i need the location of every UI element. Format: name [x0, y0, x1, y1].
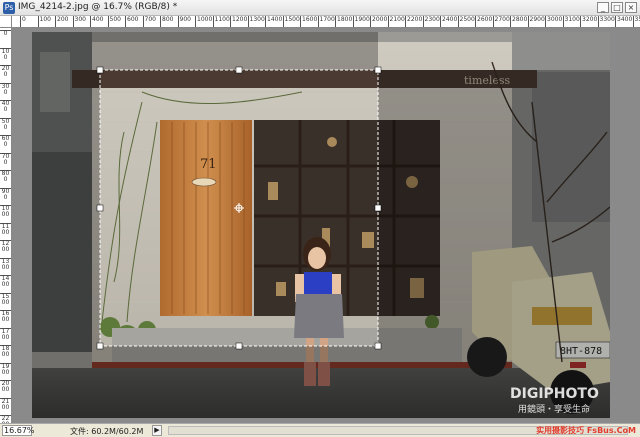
ruler-h-label: 3300: [597, 16, 615, 27]
ruler-v-label: 500: [0, 117, 11, 131]
ruler-h-label: 1400: [265, 16, 282, 27]
crop-handle-bottom: [235, 342, 243, 350]
ruler-h-label: 700: [142, 16, 156, 27]
ruler-h-label: 2400: [440, 16, 457, 27]
ruler-h-label: 1000: [195, 16, 212, 27]
ruler-h-label: 300: [72, 16, 86, 27]
digiphoto-watermark: DIGIPHOTO: [510, 386, 599, 402]
ruler-h-label: 3000: [545, 16, 562, 27]
ruler-v-label: 700: [0, 152, 11, 166]
close-button[interactable]: ×: [625, 2, 637, 13]
door-plaque: [191, 177, 217, 187]
ruler-v-label: 2200: [0, 415, 11, 423]
ruler-v-label: 1300: [0, 257, 11, 271]
crop-handle-left: [96, 204, 104, 212]
ruler-h-label: 100: [37, 16, 51, 27]
crop-handle-top-left: [96, 66, 104, 74]
ruler-v-label: 1800: [0, 345, 11, 358]
ruler-h-label: 1900: [352, 16, 370, 27]
canvas-area[interactable]: timeless 71 8HT-878 DIGIPHOTO 用鏡頭・享受生命: [12, 28, 640, 423]
maximize-button[interactable]: □: [611, 2, 623, 13]
ruler-v-label: 400: [0, 100, 11, 113]
ruler-h-label: 900: [177, 16, 191, 27]
ruler-h-label: 3200: [580, 16, 597, 27]
ruler-v-label: 1000: [0, 205, 11, 218]
ruler-h-label: 1600: [300, 16, 317, 27]
ruler-v-label: 1100: [0, 222, 11, 236]
digiphoto-slogan: 用鏡頭・享受生命: [518, 403, 590, 415]
vertical-ruler[interactable]: 0 100 200 300 400 500 600 700 800 900 1000 1100 1200…: [0, 28, 12, 423]
ruler-h-label: 200: [55, 16, 68, 27]
ruler-v-label: 600: [0, 135, 11, 148]
crop-shield-bottom: [100, 346, 378, 418]
crop-shield-top: [100, 32, 378, 70]
ruler-h-label: 2100: [387, 16, 405, 27]
ruler-h-label: 2200: [405, 16, 422, 27]
ruler-h-label: 2300: [422, 16, 440, 27]
ruler-v-label: 1200: [0, 240, 11, 253]
ruler-h-label: 1500: [282, 16, 300, 27]
ruler-h-label: 2000: [370, 16, 387, 27]
ruler-h-label: 600: [125, 16, 138, 27]
ruler-h-label: 1700: [317, 16, 335, 27]
crop-handle-top: [235, 66, 243, 74]
ruler-h-label: 2700: [492, 16, 510, 27]
photo-canvas[interactable]: timeless 71 8HT-878 DIGIPHOTO 用鏡頭・享受生命: [32, 32, 610, 418]
ruler-h-label: 800: [160, 16, 173, 27]
site-watermark: 实用摄影技巧 FsBus.CoM: [536, 426, 636, 435]
crop-handle-bottom-left: [96, 342, 104, 350]
ruler-h-label: 2600: [475, 16, 492, 27]
door-number: 71: [200, 157, 217, 172]
ruler-origin[interactable]: [0, 16, 12, 28]
crop-handle-bottom-right: [374, 342, 382, 350]
photoshop-document-window: Ps IMG_4214-2.jpg @ 16.7% (RGB/8) * _ □ …: [0, 0, 640, 437]
ruler-h-label: 2900: [527, 16, 545, 27]
ruler-v-label: 1600: [0, 310, 11, 323]
ruler-h-label: 2500: [457, 16, 475, 27]
photoshop-document-icon: Ps: [3, 2, 15, 14]
ruler-v-label: 900: [0, 187, 11, 201]
ruler-v-label: 1400: [0, 275, 11, 288]
document-size-info[interactable]: 文件: 60.2M/60.2M: [70, 426, 143, 437]
horizontal-ruler[interactable]: 0 100 200 300 400 500 600 700 800 900 1000 1100 1200…: [12, 16, 640, 28]
ruler-v-label: 2000: [0, 380, 11, 393]
ruler-v-label: 1500: [0, 292, 11, 306]
ruler-v-label: 300: [0, 82, 11, 96]
ruler-h-label: 0: [20, 16, 26, 27]
crop-shield-left: [32, 32, 100, 418]
ruler-v-label: 800: [0, 170, 11, 183]
ruler-h-label: 3100: [562, 16, 580, 27]
ruler-v-label: 1700: [0, 327, 11, 341]
ruler-h-label: 3400: [615, 16, 632, 27]
crop-handle-right: [374, 204, 382, 212]
right-arrow-icon[interactable]: ▶: [152, 425, 162, 436]
title-bar[interactable]: Ps IMG_4214-2.jpg @ 16.7% (RGB/8) * _ □ …: [0, 0, 640, 16]
ruler-h-label: 500: [107, 16, 121, 27]
ruler-v-label: 0: [0, 30, 11, 37]
crop-handle-top-right: [374, 66, 382, 74]
ruler-h-label: 400: [90, 16, 103, 27]
ruler-v-label: 1900: [0, 362, 11, 376]
ruler-h-label: 2800: [510, 16, 527, 27]
ruler-h-label: 1200: [230, 16, 247, 27]
zoom-level-field[interactable]: 16.67%: [2, 425, 35, 436]
ruler-h-label: 1300: [247, 16, 265, 27]
window-title: IMG_4214-2.jpg @ 16.7% (RGB/8) *: [18, 2, 178, 12]
minimize-button[interactable]: _: [597, 2, 609, 13]
wooden-door: [160, 120, 252, 316]
ruler-h-label: 1800: [335, 16, 352, 27]
status-bar: 16.67% 文件: 60.2M/60.2M ▶ 实用摄影技巧 FsBus.Co…: [0, 423, 640, 437]
ruler-v-label: 200: [0, 65, 11, 78]
ruler-h-label: 3500: [632, 16, 640, 27]
ruler-v-label: 2100: [0, 397, 11, 411]
ruler-v-label: 100: [0, 47, 11, 61]
ruler-h-label: 1100: [212, 16, 230, 27]
crop-shield-right: [378, 70, 610, 418]
